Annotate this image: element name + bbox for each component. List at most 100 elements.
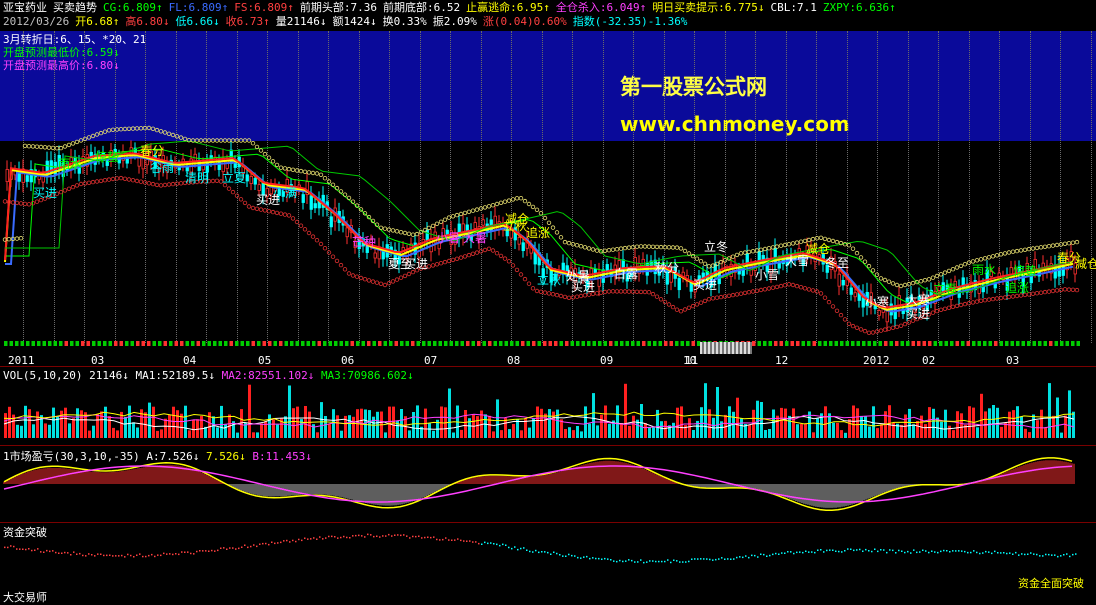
signal-marker xyxy=(202,341,206,346)
volume-bar xyxy=(4,413,7,438)
signal-marker xyxy=(631,341,635,346)
panel-separator[interactable] xyxy=(0,522,1096,523)
fund-dot xyxy=(439,539,441,541)
upper-band-dot xyxy=(54,145,60,151)
fund-dot xyxy=(553,551,555,553)
upper-band-dot xyxy=(274,162,280,168)
fund-dot xyxy=(10,545,12,547)
fund-dot xyxy=(277,542,279,544)
annotation-label: 小寒 xyxy=(865,295,890,309)
fund-dot xyxy=(709,558,711,561)
lower-band-dot xyxy=(118,175,124,181)
signal-marker xyxy=(614,341,618,346)
upper-band-dot xyxy=(910,280,916,286)
fund-dot xyxy=(736,556,738,559)
fund-dot xyxy=(109,554,111,556)
volume-bar xyxy=(136,427,139,438)
upper-band-dot xyxy=(570,241,576,247)
lower-band-dot xyxy=(890,325,896,330)
upper-band-dot xyxy=(70,141,76,146)
upper-band-dot xyxy=(522,198,528,204)
upper-band-dot xyxy=(618,246,624,251)
fund-dot xyxy=(193,553,195,555)
signal-marker xyxy=(92,341,96,346)
lower-band-dot xyxy=(598,290,604,295)
lower-band-dot xyxy=(1046,289,1052,294)
signal-marker xyxy=(900,341,904,346)
lower-band-dot xyxy=(634,289,640,294)
signal-marker xyxy=(680,341,684,346)
signal-marker xyxy=(196,341,200,346)
signal-marker xyxy=(262,341,266,346)
fund-dot xyxy=(430,536,432,539)
fund-dot xyxy=(538,551,540,554)
fund-dot xyxy=(625,560,627,562)
volume-bar xyxy=(816,418,819,438)
upper-band-dot xyxy=(1002,251,1008,256)
upper-band-dot xyxy=(890,281,896,286)
signal-marker xyxy=(636,341,640,346)
upper-band-dot xyxy=(658,244,664,250)
volume-bar xyxy=(288,385,291,438)
signal-marker xyxy=(950,341,954,346)
fund-dot xyxy=(1003,552,1005,554)
fund-dot xyxy=(199,550,201,552)
volume-bar xyxy=(460,429,463,438)
volume-bar xyxy=(600,414,603,438)
lower-band-dot xyxy=(146,181,152,186)
candle-body xyxy=(517,237,521,245)
fund-dot xyxy=(784,552,786,554)
lower-band-dot xyxy=(990,296,996,302)
upper-band-dot xyxy=(86,135,92,140)
lower-band-dot xyxy=(930,310,936,315)
fund-dot xyxy=(250,545,252,548)
fund-dot xyxy=(838,550,840,553)
fund-dot xyxy=(1045,553,1047,556)
stock-chart-window[interactable]: 亚宝药业 买卖趋势 CG:6.809↑ FL:6.809↑ FS:6.809↑ 前期头部:… xyxy=(0,0,1096,605)
fund-dot xyxy=(478,542,480,545)
volume-bar xyxy=(1012,410,1015,438)
fund-dot xyxy=(1024,553,1026,556)
signal-marker xyxy=(504,341,508,346)
volume-bar xyxy=(540,408,543,438)
fund-dot xyxy=(529,550,531,553)
fund-dot xyxy=(889,549,891,551)
panel-separator[interactable] xyxy=(0,366,1096,367)
lower-band-dot xyxy=(114,176,120,181)
signal-marker xyxy=(433,341,437,346)
fund-dot xyxy=(382,535,384,537)
fund-dot xyxy=(820,549,822,551)
signal-marker xyxy=(394,341,398,346)
volume-bar xyxy=(580,431,583,438)
scroll-indicator[interactable] xyxy=(700,342,752,354)
fund-dot xyxy=(718,558,720,560)
lower-band-dot xyxy=(670,304,676,310)
fund-dot xyxy=(391,535,393,537)
signal-marker xyxy=(438,341,442,346)
upper-band-dot xyxy=(1010,249,1016,254)
fund-dot xyxy=(685,561,687,563)
fund-dot xyxy=(112,555,114,557)
annotation-label: 追涨 xyxy=(1005,281,1030,295)
signal-marker xyxy=(1038,341,1042,346)
upper-band-dot xyxy=(438,219,444,224)
volume-bar xyxy=(796,424,799,438)
upper-band-dot xyxy=(778,243,784,248)
signal-marker xyxy=(829,341,833,346)
fund-dot xyxy=(1030,552,1032,554)
volume-bar xyxy=(728,406,731,438)
volume-bar xyxy=(888,405,891,438)
chart-canvas[interactable] xyxy=(0,0,1096,605)
upper-band-dot xyxy=(50,145,56,151)
lower-band-dot xyxy=(722,294,728,299)
fund-dot xyxy=(28,548,30,550)
signal-marker xyxy=(306,341,310,346)
fund-dot xyxy=(340,536,342,539)
lower-band-dot xyxy=(358,275,364,281)
annotation-label: 立夏 xyxy=(222,171,247,185)
panel-separator[interactable] xyxy=(0,445,1096,446)
upper-band-dot xyxy=(870,268,876,273)
lower-band-dot xyxy=(98,178,104,184)
candle-body xyxy=(329,216,333,228)
volume-bar xyxy=(408,430,411,438)
